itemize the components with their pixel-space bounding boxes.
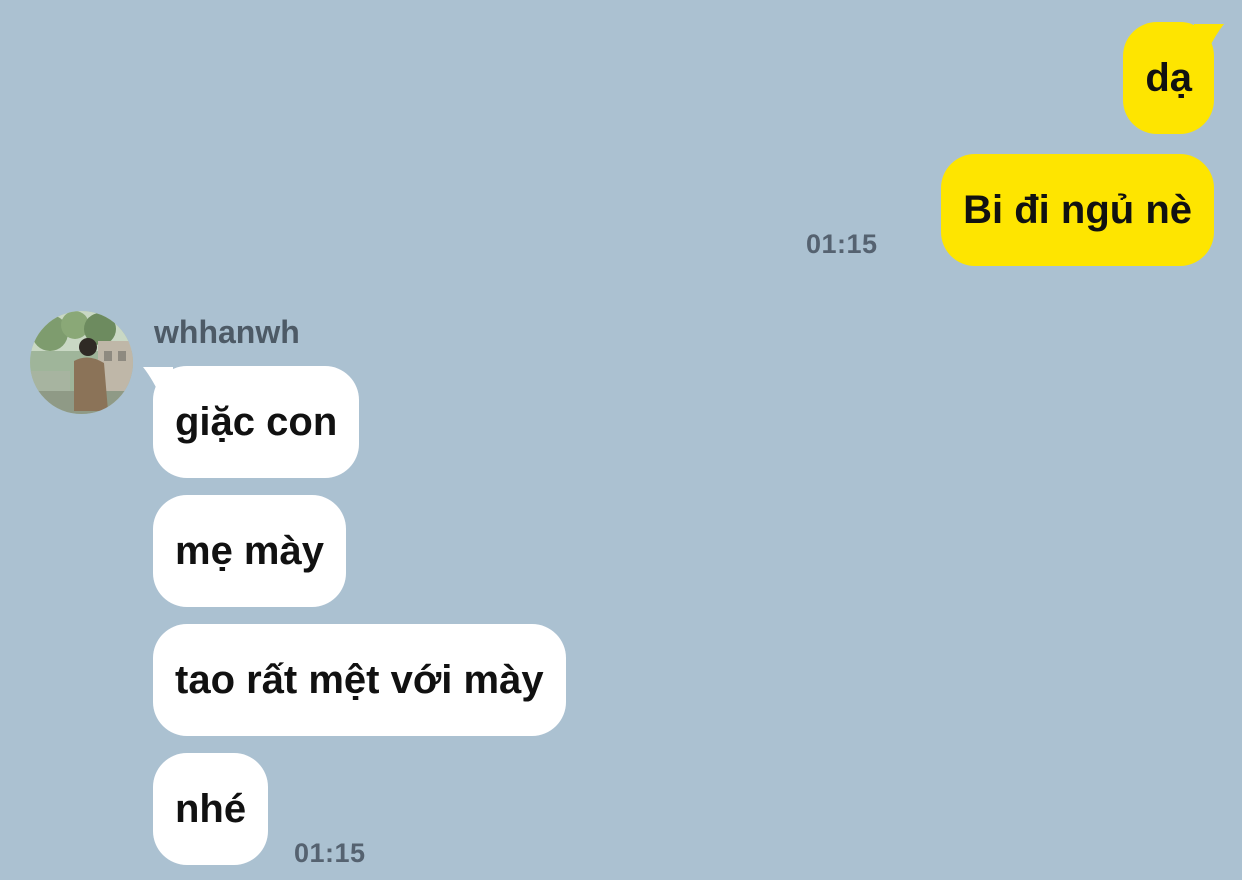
sender-name: whhanwh — [154, 314, 300, 350]
sender-avatar[interactable] — [30, 311, 133, 414]
message-text: giặc con — [175, 400, 338, 444]
message-text: mẹ mày — [175, 529, 324, 573]
chat-area: dạ Bi đi ngủ nè 01:15 whhanwh giặc con m… — [0, 0, 1242, 880]
incoming-message-bubble[interactable]: mẹ mày — [153, 495, 346, 607]
message-text: tao rất mệt với mày — [175, 658, 544, 702]
message-text: nhé — [175, 787, 247, 831]
profile-photo-icon — [30, 311, 133, 414]
incoming-message-bubble[interactable]: tao rất mệt với mày — [153, 624, 566, 736]
incoming-timestamp: 01:15 — [294, 838, 366, 868]
message-text: Bi đi ngủ nè — [963, 188, 1192, 232]
outgoing-message-bubble[interactable]: Bi đi ngủ nè — [941, 154, 1214, 266]
message-text: dạ — [1145, 56, 1192, 100]
outgoing-timestamp: 01:15 — [806, 229, 878, 259]
incoming-message-bubble[interactable]: nhé — [153, 753, 269, 865]
outgoing-message-bubble[interactable]: dạ — [1123, 22, 1214, 134]
incoming-message-bubble[interactable]: giặc con — [153, 366, 360, 478]
